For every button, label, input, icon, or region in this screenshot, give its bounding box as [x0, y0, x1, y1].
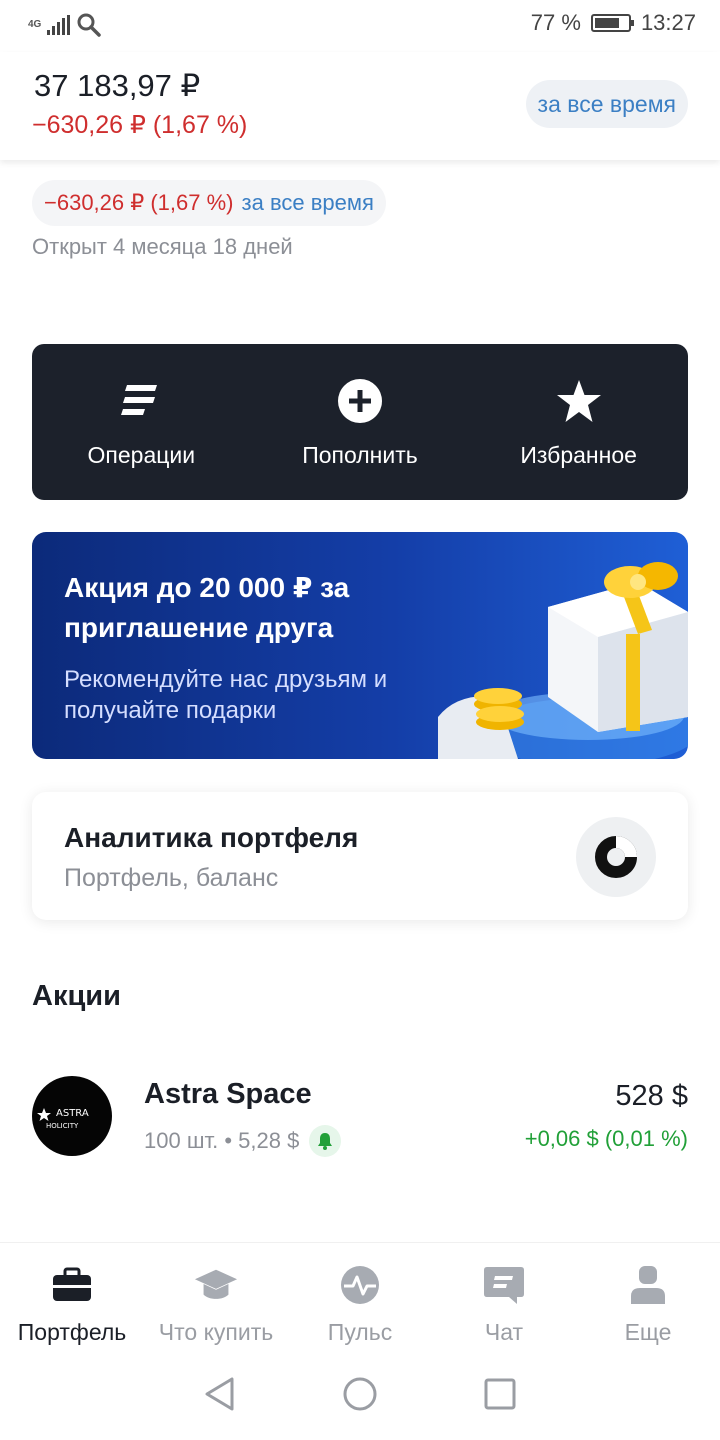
stock-logo-subtext: HOLICITY — [46, 1122, 79, 1130]
summary-period[interactable]: за все время — [242, 190, 374, 216]
recents-icon[interactable] — [484, 1378, 516, 1415]
stock-logo-text: ASTRA — [56, 1108, 89, 1119]
status-left: 4G — [28, 12, 102, 38]
operations-icon — [116, 376, 166, 426]
analytics-subtitle: Портфель, баланс — [64, 864, 279, 892]
tab-portfolio-label: Портфель — [17, 1319, 127, 1345]
search-icon — [77, 13, 102, 37]
tab-more-label: Еще — [624, 1319, 672, 1345]
system-navigation-bar — [0, 1352, 720, 1440]
portfolio-analytics-card[interactable]: Аналитика портфеля Портфель, баланс — [32, 792, 688, 920]
quick-actions-card: Операции Пополнить Избранное — [32, 344, 688, 500]
star-icon — [554, 376, 604, 426]
change-summary-pill[interactable]: −630,26 ₽ (1,67 %) за все время — [32, 180, 386, 226]
stock-meta: 100 шт. • 5,28 $ — [144, 1125, 342, 1157]
home-icon[interactable] — [342, 1376, 378, 1417]
stock-value: 528 $ — [615, 1080, 688, 1112]
operations-button[interactable]: Операции — [41, 376, 241, 469]
stock-quantity-price: 100 шт. • 5,28 $ — [144, 1128, 300, 1153]
app-screen: 4G 77 % 13:27 −630,26 ₽ (1,67 %) за все … — [0, 0, 720, 1440]
donut-chart-icon — [576, 817, 656, 897]
top-up-label: Пополнить — [302, 441, 418, 468]
tab-chat-label: Чат — [484, 1319, 524, 1345]
stock-logo: ASTRA HOLICITY — [32, 1076, 112, 1156]
network-label: 4G — [28, 19, 42, 30]
promo-title: Акция до 20 000 ₽ за приглашение друга — [64, 572, 350, 643]
portfolio-change: −630,26 ₽ (1,67 %) — [32, 111, 248, 139]
battery-percent: 77 % — [530, 10, 581, 35]
pulse-icon — [338, 1263, 382, 1307]
bell-icon[interactable] — [309, 1125, 342, 1157]
top-up-button[interactable]: Пополнить — [260, 376, 460, 469]
tab-portfolio[interactable]: Портфель — [0, 1243, 144, 1352]
tab-pulse[interactable]: Пульс — [288, 1243, 432, 1352]
tab-more[interactable]: Еще — [576, 1243, 720, 1352]
clock: 13:27 — [640, 10, 696, 35]
tab-what-to-buy-label: Что купить — [158, 1319, 274, 1345]
signal-icon — [47, 15, 71, 35]
promo-subtitle: Рекомендуйте нас друзьям и получайте под… — [64, 666, 388, 724]
portfolio-header: 37 183,97 ₽ −630,26 ₽ (1,67 %) за все вр… — [0, 52, 720, 160]
tab-what-to-buy[interactable]: Что купить — [144, 1243, 288, 1352]
briefcase-icon — [50, 1263, 94, 1307]
account-opened-text: Открыт 4 месяца 18 дней — [32, 234, 293, 259]
status-right: 77 % 13:27 — [531, 10, 696, 36]
plus-circle-icon — [335, 376, 385, 426]
stock-row[interactable]: ASTRA HOLICITY Astra Space 100 шт. • 5,2… — [32, 1068, 688, 1168]
tab-pulse-label: Пульс — [327, 1319, 393, 1345]
back-icon[interactable] — [204, 1376, 236, 1417]
period-selector[interactable]: за все время — [525, 80, 688, 128]
favorites-label: Избранное — [520, 441, 637, 468]
promo-banner[interactable]: Акция до 20 000 ₽ за приглашение друга Р… — [32, 532, 688, 759]
status-bar: 4G 77 % 13:27 — [0, 0, 720, 52]
favorites-button[interactable]: Избранное — [479, 376, 679, 469]
chat-icon — [482, 1263, 526, 1307]
portfolio-total: 37 183,97 ₽ — [34, 68, 201, 103]
stocks-section-title: Акции — [32, 980, 121, 1012]
analytics-title: Аналитика портфеля — [64, 822, 359, 853]
stock-name: Astra Space — [144, 1078, 312, 1110]
bottom-tab-bar: Портфель Что купить Пульс Чат Еще — [0, 1242, 720, 1352]
profile-icon — [626, 1263, 670, 1307]
network-indicator: 4G — [28, 20, 41, 30]
stock-change: +0,06 $ (0,01 %) — [524, 1126, 688, 1151]
summary-change: −630,26 ₽ (1,67 %) — [44, 190, 234, 215]
operations-label: Операции — [87, 441, 196, 468]
tab-chat[interactable]: Чат — [432, 1243, 576, 1352]
battery-icon — [590, 14, 634, 32]
graduation-cap-icon — [194, 1263, 238, 1307]
gift-box-illustration — [438, 562, 688, 759]
